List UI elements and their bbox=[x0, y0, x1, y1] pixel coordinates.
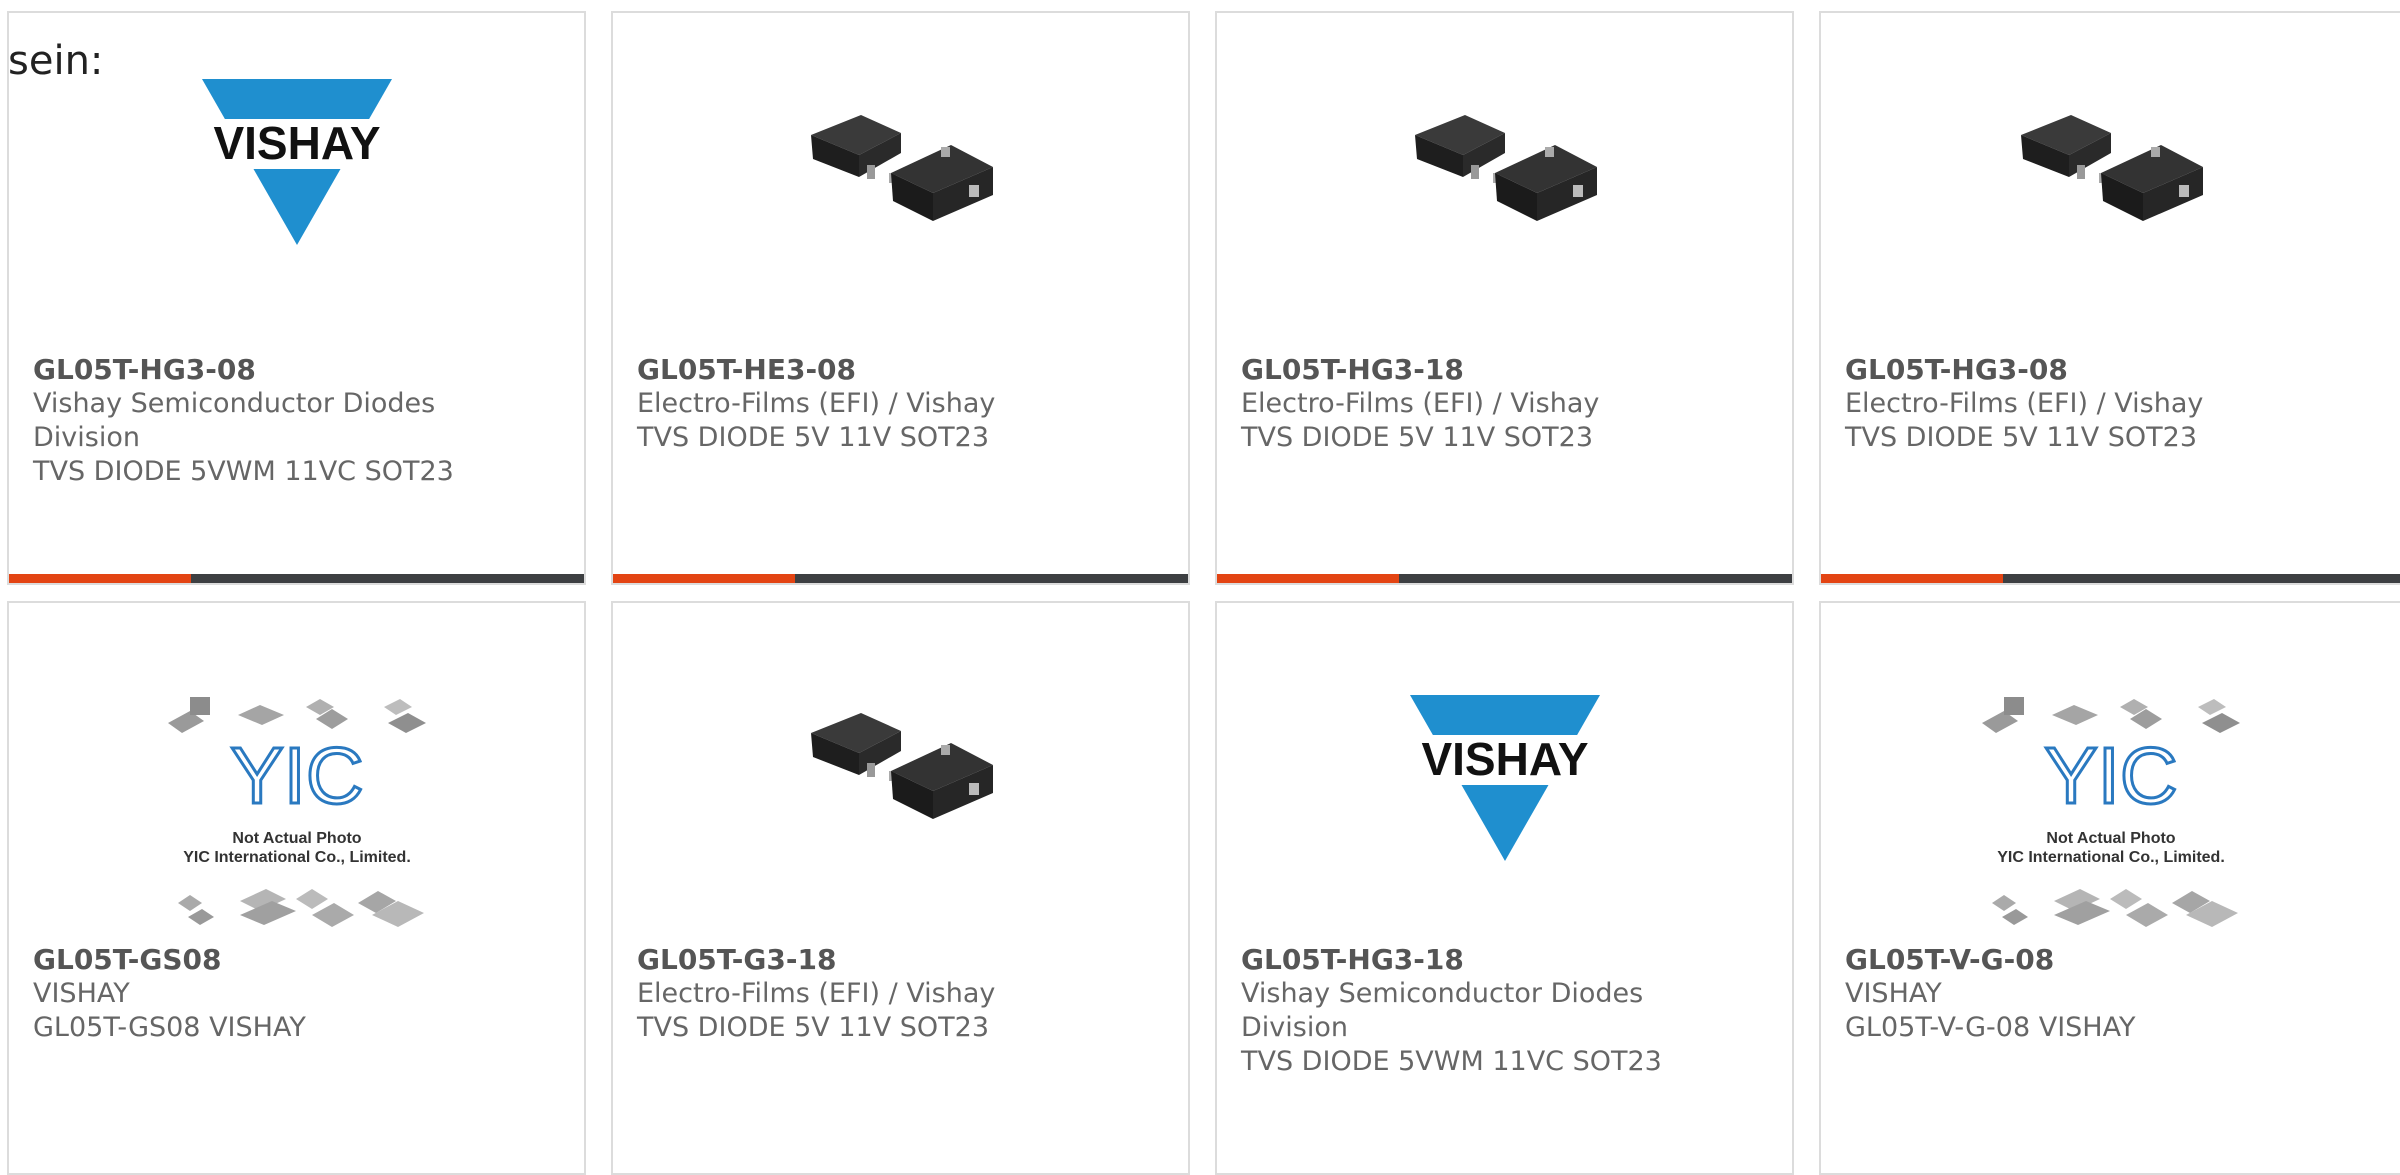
sot23-package-icon bbox=[1414, 115, 1597, 221]
description: TVS DIODE 5V 11V SOT23 bbox=[637, 1012, 990, 1043]
product-image[interactable]: YIC Not Actual Photo YIC International C… bbox=[9, 693, 584, 927]
manufacturer: Electro-Films (EFI) / Vishay bbox=[637, 978, 996, 1009]
svg-text:Not Actual Photo: Not Actual Photo bbox=[2046, 830, 2175, 847]
manufacturer: VISHAY bbox=[1845, 978, 1942, 1009]
vishay-logo-text: VISHAY bbox=[1421, 733, 1588, 785]
part-number-link[interactable]: GL05T-HG3-18 bbox=[1241, 353, 1768, 387]
manufacturer: Vishay Semiconductor Diodes bbox=[1241, 978, 1644, 1009]
manufacturer-cont: Division bbox=[33, 422, 140, 453]
card-bar bbox=[9, 574, 584, 583]
manufacturer: Electro-Films (EFI) / Vishay bbox=[637, 388, 996, 419]
card-bar-accent bbox=[9, 574, 191, 583]
svg-text:YIC International Co., Limited: YIC International Co., Limited. bbox=[1997, 849, 2225, 866]
card-bar bbox=[613, 574, 1188, 583]
svg-text:YIC: YIC bbox=[230, 731, 363, 820]
product-image[interactable]: VISHAY bbox=[1217, 691, 1792, 911]
manufacturer: Electro-Films (EFI) / Vishay bbox=[1845, 388, 2204, 419]
part-number-link[interactable]: GL05T-HG3-18 bbox=[1241, 943, 1768, 977]
description: GL05T-V-G-08 VISHAY bbox=[1845, 1012, 2136, 1043]
card-bar-accent bbox=[1821, 574, 2003, 583]
description: TVS DIODE 5V 11V SOT23 bbox=[1241, 422, 1594, 453]
description: TVS DIODE 5V 11V SOT23 bbox=[637, 422, 990, 453]
card-bar bbox=[1217, 574, 1792, 583]
product-card[interactable]: VISHAY GL05T-HG3-08 Vishay Semiconductor… bbox=[7, 11, 586, 585]
product-card[interactable]: GL05T-HG3-18 Electro-Films (EFI) / Visha… bbox=[1215, 11, 1794, 585]
yic-placeholder-icon: YIC Not Actual Photo YIC International C… bbox=[167, 697, 426, 927]
product-image[interactable] bbox=[1821, 75, 2400, 295]
part-number-link[interactable]: GL05T-G3-18 bbox=[637, 943, 1164, 977]
product-image[interactable] bbox=[1217, 75, 1792, 295]
vishay-logo-icon: VISHAY bbox=[201, 79, 392, 245]
product-card[interactable]: YIC Not Actual Photo YIC International C… bbox=[1819, 601, 2400, 1175]
product-card[interactable]: GL05T-G3-18 Electro-Films (EFI) / Vishay… bbox=[611, 601, 1190, 1175]
product-card[interactable]: GL05T-HG3-08 Electro-Films (EFI) / Visha… bbox=[1819, 11, 2400, 585]
part-number-link[interactable]: GL05T-HG3-08 bbox=[1845, 353, 2398, 387]
description: TVS DIODE 5VWM 11VC SOT23 bbox=[33, 456, 454, 487]
sot23-package-icon bbox=[2021, 115, 2203, 221]
part-number-link[interactable]: GL05T-V-G-08 bbox=[1845, 943, 2398, 977]
description: GL05T-GS08 VISHAY bbox=[33, 1012, 306, 1043]
card-bar bbox=[1821, 574, 2400, 583]
product-image[interactable]: YIC Not Actual Photo YIC International C… bbox=[1821, 693, 2400, 927]
product-image[interactable]: VISHAY bbox=[9, 75, 584, 295]
manufacturer-cont: Division bbox=[1241, 1012, 1348, 1043]
manufacturer: Vishay Semiconductor Diodes bbox=[33, 388, 436, 419]
vishay-logo-text: VISHAY bbox=[213, 117, 380, 169]
svg-text:YIC: YIC bbox=[2044, 731, 2177, 820]
card-bar-accent bbox=[1217, 574, 1399, 583]
description: TVS DIODE 5V 11V SOT23 bbox=[1845, 422, 2198, 453]
part-number-link[interactable]: GL05T-HE3-08 bbox=[637, 353, 1164, 387]
product-card[interactable]: GL05T-HE3-08 Electro-Films (EFI) / Visha… bbox=[611, 11, 1190, 585]
svg-text:YIC International Co., Limited: YIC International Co., Limited. bbox=[183, 849, 411, 866]
part-number-link[interactable]: GL05T-HG3-08 bbox=[33, 353, 560, 387]
product-card[interactable]: YIC Not Actual Photo YIC International C… bbox=[7, 601, 586, 1175]
manufacturer: VISHAY bbox=[33, 978, 130, 1009]
vishay-logo-icon: VISHAY bbox=[1409, 695, 1600, 861]
description: TVS DIODE 5VWM 11VC SOT23 bbox=[1241, 1046, 1662, 1077]
part-number-link[interactable]: GL05T-GS08 bbox=[33, 943, 560, 977]
product-card[interactable]: VISHAY GL05T-HG3-18 Vishay Semiconductor… bbox=[1215, 601, 1794, 1175]
sot23-package-icon bbox=[810, 713, 993, 819]
text-fragment: sein: bbox=[8, 38, 104, 84]
yic-placeholder-icon: YIC Not Actual Photo YIC International C… bbox=[1982, 697, 2240, 927]
manufacturer: Electro-Films (EFI) / Vishay bbox=[1241, 388, 1600, 419]
card-bar-accent bbox=[613, 574, 795, 583]
sot23-package-icon bbox=[810, 115, 993, 221]
product-image[interactable] bbox=[613, 673, 1188, 893]
product-image[interactable] bbox=[613, 75, 1188, 295]
svg-text:Not Actual Photo: Not Actual Photo bbox=[232, 830, 361, 847]
